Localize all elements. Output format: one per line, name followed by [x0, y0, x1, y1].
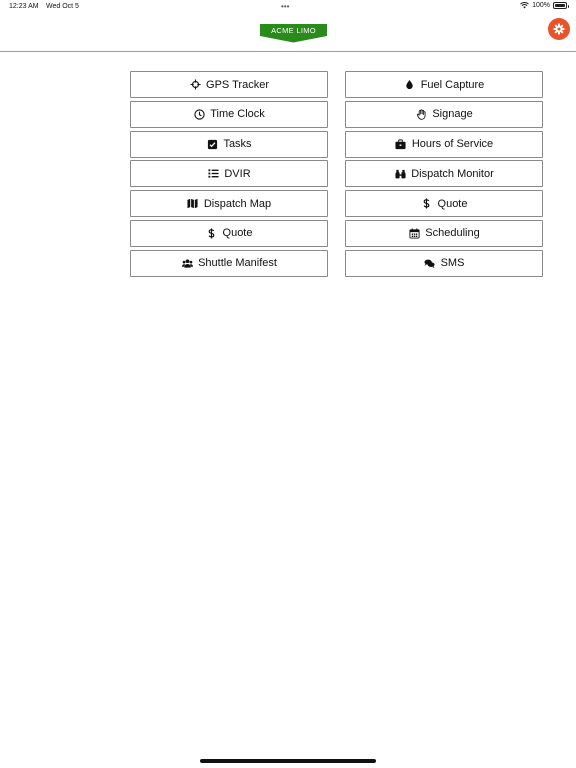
- quote-button-left[interactable]: Quote: [130, 219, 328, 247]
- dispatch-map-label: Dispatch Map: [203, 197, 272, 210]
- gps-tracker-button[interactable]: GPS Tracker: [130, 71, 328, 98]
- quote-label-left: Quote: [222, 227, 253, 240]
- briefcase-icon: [395, 138, 407, 150]
- signage-button[interactable]: Signage: [345, 100, 543, 128]
- wifi-icon: [520, 2, 529, 9]
- status-bar: 12:23 AM Wed Oct 5 ••• 100%: [0, 0, 576, 14]
- time-clock-button[interactable]: Time Clock: [130, 100, 328, 128]
- settings-button[interactable]: [548, 18, 570, 40]
- binoculars-icon: [394, 168, 406, 180]
- shuttle-manifest-button[interactable]: Shuttle Manifest: [130, 249, 328, 277]
- scheduling-label: Scheduling: [425, 227, 480, 240]
- quote-button-right[interactable]: Quote: [345, 190, 543, 218]
- hours-of-service-label: Hours of Service: [411, 138, 494, 151]
- dollar-icon: [206, 227, 218, 239]
- calendar-icon: [408, 227, 420, 239]
- status-date: Wed Oct 5: [46, 3, 79, 10]
- shuttle-manifest-label: Shuttle Manifest: [198, 257, 277, 270]
- app-header: ACME LIMO: [0, 14, 576, 52]
- menu-column-right: Fuel Capture Signage Hours of Service Di…: [345, 71, 543, 280]
- dvir-button[interactable]: DVIR: [130, 160, 328, 188]
- scheduling-button[interactable]: Scheduling: [345, 219, 543, 247]
- time-clock-label: Time Clock: [210, 108, 265, 121]
- dollar-icon: [421, 198, 433, 210]
- sms-label: SMS: [440, 257, 465, 270]
- tasks-button[interactable]: Tasks: [130, 130, 328, 158]
- tasks-label: Tasks: [223, 138, 252, 151]
- map-icon: [187, 198, 199, 210]
- clock-icon: [193, 108, 205, 120]
- brand-name: ACME LIMO: [271, 26, 316, 35]
- quote-label-right: Quote: [437, 197, 468, 210]
- crosshairs-icon: [189, 79, 201, 91]
- menu-column-left: GPS Tracker Time Clock Tasks DVIR Dispat…: [130, 71, 328, 280]
- fuel-capture-label: Fuel Capture: [420, 78, 485, 91]
- multitasking-dots-icon[interactable]: •••: [281, 2, 289, 11]
- fuel-capture-button[interactable]: Fuel Capture: [345, 71, 543, 98]
- sms-button[interactable]: SMS: [345, 249, 543, 277]
- gear-icon: [553, 23, 565, 35]
- home-indicator[interactable]: [200, 759, 376, 763]
- gps-tracker-label: GPS Tracker: [206, 78, 269, 91]
- list-icon: [207, 168, 219, 180]
- hours-of-service-button[interactable]: Hours of Service: [345, 130, 543, 158]
- dispatch-monitor-label: Dispatch Monitor: [411, 167, 494, 180]
- droplet-icon: [404, 79, 416, 91]
- signage-label: Signage: [432, 108, 473, 121]
- status-indicators: 100%: [520, 2, 569, 9]
- hand-icon: [415, 108, 427, 120]
- dispatch-map-button[interactable]: Dispatch Map: [130, 190, 328, 218]
- battery-percent: 100%: [532, 2, 550, 9]
- dvir-label: DVIR: [224, 167, 251, 180]
- status-time: 12:23 AM: [9, 3, 39, 10]
- dispatch-monitor-button[interactable]: Dispatch Monitor: [345, 160, 543, 188]
- battery-icon: [553, 2, 569, 9]
- check-square-icon: [206, 138, 218, 150]
- users-icon: [181, 257, 193, 269]
- comments-icon: [424, 257, 436, 269]
- brand-banner: ACME LIMO: [259, 24, 328, 43]
